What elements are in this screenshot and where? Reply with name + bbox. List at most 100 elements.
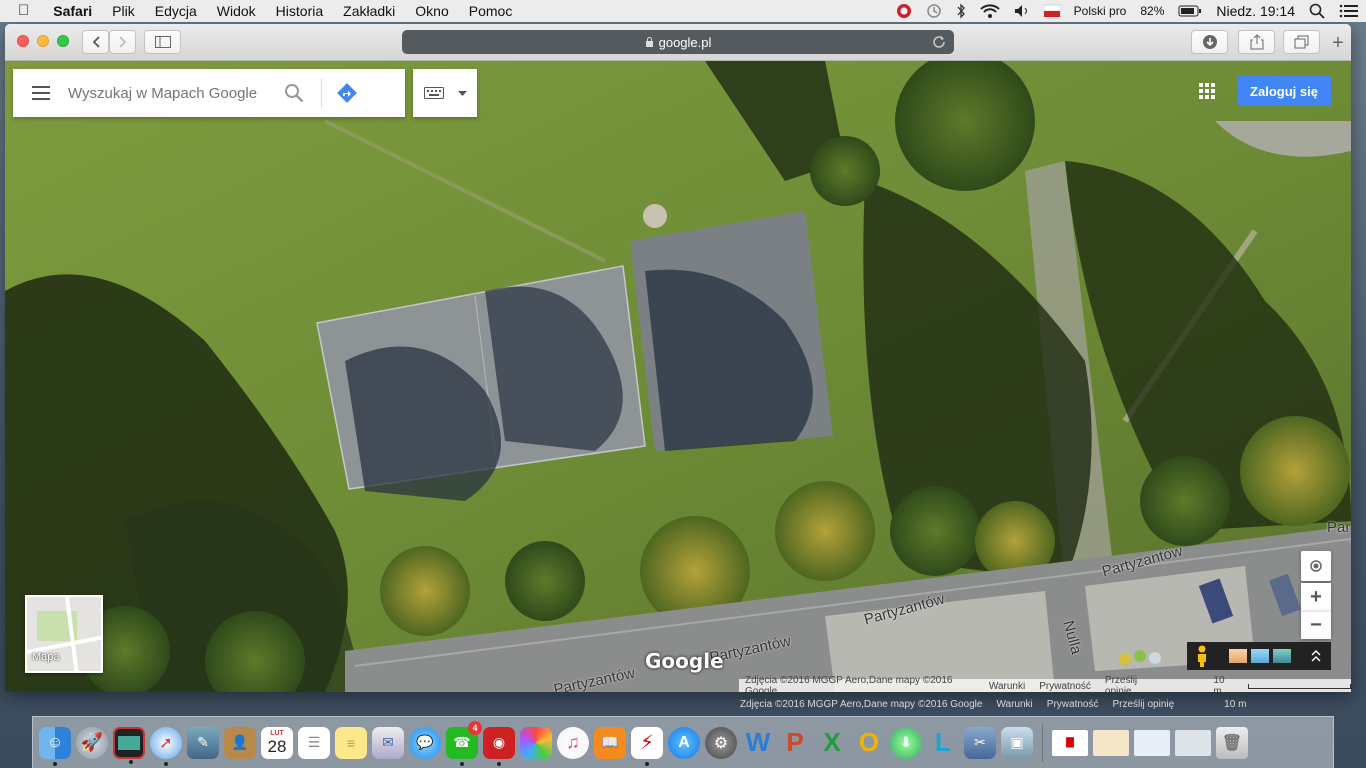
imagery-thumb-icon[interactable] [1229,649,1247,663]
menu-file[interactable]: Plik [102,0,145,22]
safari-window: google.pl + Partyzantów Partyzantów Part… [5,24,1351,692]
notes-icon[interactable]: ≡ [335,726,367,759]
time-machine-icon[interactable] [919,3,949,19]
minimize-window-button[interactable] [37,35,49,47]
menu-bookmarks[interactable]: Zakładki [333,0,405,22]
excel-icon[interactable]: X [816,727,848,759]
apple-menu-icon[interactable]:  [0,0,43,22]
zoom-out-button[interactable]: − [1301,611,1331,639]
app-store-icon[interactable]: A [668,726,700,759]
downloads-globe-icon[interactable]: ⬇ [890,726,922,759]
keyboard-icon[interactable] [423,87,444,99]
spotlight-icon[interactable] [1302,3,1332,19]
menu-window[interactable]: Okno [405,0,458,22]
sign-in-button[interactable]: Zaloguj się [1237,76,1331,106]
reminders-icon[interactable]: ☰ [298,726,330,759]
menu-history[interactable]: Historia [266,0,333,22]
tabs-overview-button[interactable] [1283,30,1320,54]
zoom-window-button[interactable] [57,35,69,47]
expand-icon[interactable] [1311,650,1321,662]
menu-view[interactable]: Widok [207,0,266,22]
minimized-window-thumbnail[interactable]: ▇ [1052,729,1088,756]
bluetooth-icon[interactable] [949,3,973,19]
my-location-button[interactable] [1301,551,1331,581]
map-attribution: Zdjęcia ©2016 MGGP Aero,Dane mapy ©2016 … [739,675,1351,692]
acrobat-icon[interactable]: ⚡ [631,726,663,766]
finder-icon[interactable]: ☺ [39,726,71,766]
share-button[interactable] [1238,30,1275,54]
calendar-icon[interactable]: LUT 28 [261,726,293,759]
feedback-link[interactable]: Prześlij opinię [1105,675,1164,692]
notification-center-icon[interactable] [1332,4,1366,18]
sidebar-button[interactable] [144,30,181,54]
status-area: Polski pro 82% Niedz. 19:14 [889,0,1366,22]
address-bar[interactable]: google.pl [402,30,954,54]
menu-icon[interactable] [32,86,50,100]
close-window-button[interactable] [17,35,29,47]
menu-help[interactable]: Pomoc [459,0,523,22]
terms-link: Warunki [996,698,1033,710]
scale-bar [1248,683,1351,689]
satellite-imagery [5,61,1351,692]
new-tab-button[interactable]: + [1327,32,1349,54]
lync-icon[interactable]: L [927,727,959,759]
word-icon[interactable]: W [742,727,774,759]
messages-icon[interactable]: 💬 [409,726,441,759]
terms-link[interactable]: Warunki [989,681,1025,692]
pegman-icon[interactable] [1195,645,1209,667]
zoom-in-button[interactable]: + [1301,583,1331,611]
utilities-icon[interactable]: ✂ [964,726,996,759]
directions-icon[interactable] [336,82,358,104]
system-preferences-icon[interactable]: ⚙ [705,726,737,759]
reload-icon[interactable] [932,34,946,51]
image-capture-icon[interactable]: ▣ [1001,726,1033,759]
facetime-icon[interactable]: ☎ 4 [446,720,482,766]
itunes-icon[interactable]: ♫ [557,726,589,759]
map-type-toggle[interactable]: Mapa [25,595,103,673]
input-source-flag-icon[interactable] [1037,4,1067,18]
preview-icon[interactable]: ✎ [187,726,219,759]
powerpoint-icon[interactable]: P [779,727,811,759]
volume-icon[interactable] [1007,4,1037,18]
dock-separator [1042,723,1043,762]
outlook-icon[interactable]: O [853,727,885,759]
app-menu[interactable]: Safari [43,0,102,22]
privacy-link: Prywatność [1046,698,1099,710]
menu-edit[interactable]: Edycja [145,0,207,22]
search-divider [321,78,322,108]
photo-booth-2-icon[interactable]: ◉ [483,726,515,766]
notification-badge: 4 [468,720,482,735]
background-window-attribution: Zdjęcia ©2016 MGGP Aero,Dane mapy ©2016 … [734,696,1346,712]
photos-icon[interactable] [520,726,552,759]
photo-booth-icon[interactable] [113,726,145,764]
street-label: Par [1327,519,1351,536]
scale-label: 10 m [1213,675,1225,692]
imagery-thumb-icon[interactable] [1273,649,1291,663]
minimized-window-thumbnail[interactable] [1134,729,1170,756]
satellite-map[interactable]: Partyzantów Partyzantów Partyzantów Part… [5,61,1351,692]
search-icon[interactable] [284,83,304,103]
trash-icon[interactable]: 🗑 [1216,726,1248,759]
forward-button[interactable] [109,30,136,54]
minimized-window-thumbnail[interactable] [1175,729,1211,756]
lock-icon [645,35,654,50]
launchpad-icon[interactable]: 🚀 [76,726,108,759]
safari-icon[interactable]: ➚ [150,726,182,766]
apps-grid-icon[interactable] [1199,83,1215,99]
search-input[interactable] [68,84,278,102]
mail-icon[interactable]: ✉ [372,726,404,759]
battery-icon[interactable] [1171,5,1209,17]
battery-percent[interactable]: 82% [1133,0,1171,22]
wifi-icon[interactable] [973,4,1007,18]
privacy-link[interactable]: Prywatność [1039,681,1091,692]
imagery-thumb-icon[interactable] [1251,649,1269,663]
downloads-button[interactable] [1191,30,1228,54]
clock[interactable]: Niedz. 19:14 [1209,0,1302,22]
minimized-window-thumbnail[interactable] [1093,729,1129,756]
record-icon[interactable] [889,3,919,19]
chevron-down-icon[interactable] [457,90,467,96]
back-button[interactable] [82,30,109,54]
input-source-label[interactable]: Polski pro [1067,0,1134,22]
contacts-icon[interactable]: 👤 [224,726,256,759]
ibooks-icon[interactable]: 📖 [594,726,626,759]
